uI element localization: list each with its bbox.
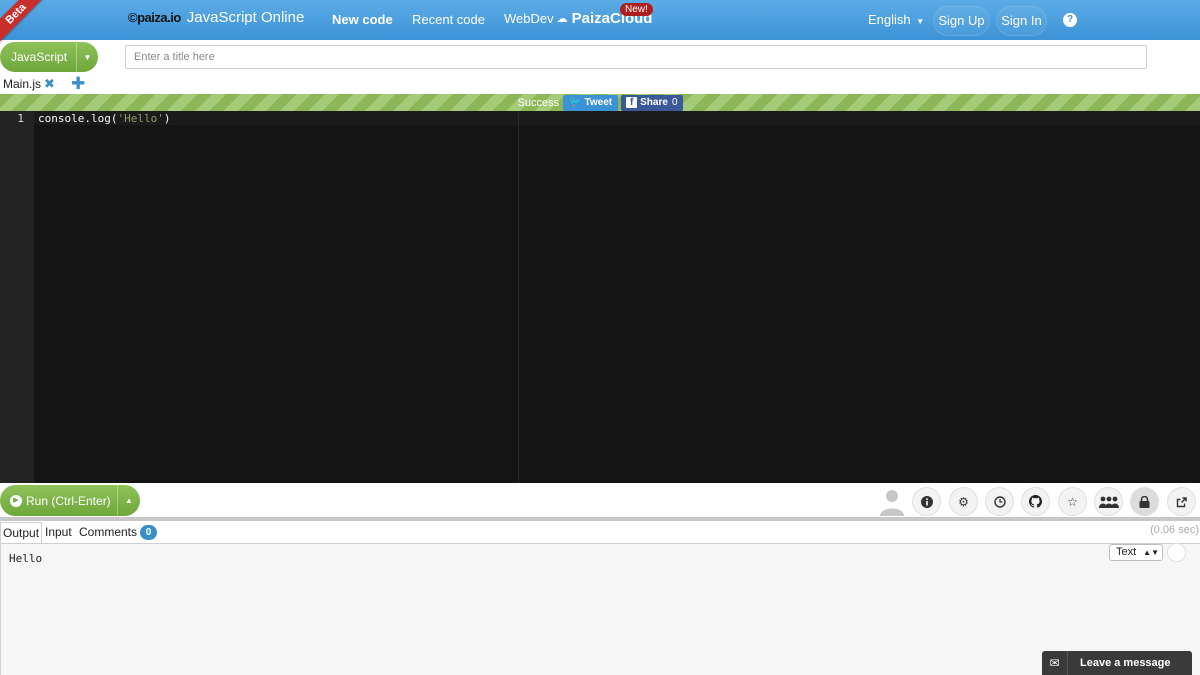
- avatar[interactable]: [877, 486, 907, 516]
- code-editor[interactable]: 1 console.log('Hello'): [0, 111, 1200, 483]
- execution-time: (0.06 sec): [1150, 524, 1199, 536]
- paiza-logo: ©paiza.io: [128, 10, 181, 25]
- select-arrows-icon: ▲▼: [1143, 548, 1159, 557]
- tab-output[interactable]: Output: [0, 522, 43, 543]
- chevron-down-icon: ▼: [916, 17, 925, 26]
- top-navbar: Beta ©paiza.io JavaScript Online New cod…: [0, 0, 1200, 47]
- facebook-icon: f: [626, 97, 638, 108]
- caret-up-icon[interactable]: ▲: [117, 485, 140, 516]
- gear-icon[interactable]: ⚙: [949, 487, 978, 516]
- recent-code-link[interactable]: Recent code: [412, 12, 485, 27]
- sign-in-button[interactable]: Sign In: [996, 6, 1047, 36]
- star-icon[interactable]: ☆: [1058, 487, 1087, 516]
- help-icon[interactable]: ?: [1063, 13, 1077, 27]
- line-number: 1: [17, 112, 24, 125]
- output-format-select[interactable]: Text ▲▼: [1109, 544, 1163, 561]
- clock-icon[interactable]: [985, 487, 1014, 516]
- status-bar: Success 🐦 Tweet f Share 0: [0, 94, 1200, 111]
- code-text: console.log(: [38, 112, 118, 125]
- language-button[interactable]: JavaScript ▼: [0, 42, 98, 72]
- comments-count-badge: 0: [140, 525, 158, 540]
- output-tabs: Output Input Comments 0 (0.06 sec): [0, 522, 1200, 543]
- cloud-icon: ☁: [556, 13, 568, 25]
- caret-down-icon[interactable]: ▼: [76, 42, 98, 72]
- tab-comments[interactable]: Comments 0: [79, 525, 158, 540]
- lock-icon[interactable]: [1130, 487, 1159, 516]
- new-badge: New!: [620, 3, 653, 16]
- tweet-label: Tweet: [584, 97, 613, 108]
- tweet-button[interactable]: 🐦 Tweet: [563, 94, 619, 111]
- file-tab-label: Main.js: [3, 77, 42, 91]
- code-text: ): [163, 112, 171, 125]
- github-icon[interactable]: [1021, 487, 1050, 516]
- leave-message-label: Leave a message: [1080, 657, 1171, 669]
- sign-up-button[interactable]: Sign Up: [933, 6, 990, 36]
- app-title: JavaScript Online: [186, 9, 305, 26]
- language-dropdown[interactable]: English ▼: [868, 12, 924, 27]
- format-select-value: Text: [1116, 546, 1137, 558]
- code-line[interactable]: console.log('Hello'): [38, 112, 170, 125]
- tab-comments-label: Comments: [79, 525, 138, 539]
- share-count: 0: [671, 97, 678, 108]
- facebook-share-button[interactable]: f Share 0: [621, 94, 683, 111]
- run-label: Run (Ctrl-Enter): [26, 493, 111, 508]
- code-string: 'Hello': [117, 112, 164, 125]
- output-text: Hello: [9, 552, 43, 565]
- leave-message-button[interactable]: ✉ Leave a message: [1042, 651, 1192, 675]
- output-pane: Hello: [0, 543, 1200, 675]
- language-button-label: JavaScript: [11, 50, 68, 64]
- twitter-icon: 🐦: [569, 97, 582, 108]
- file-tab-main[interactable]: Main.js ✖: [3, 76, 55, 92]
- run-button[interactable]: ▶ Run (Ctrl-Enter) ▲: [0, 485, 140, 516]
- tab-input[interactable]: Input: [45, 525, 72, 539]
- mail-icon: ✉: [1042, 651, 1068, 675]
- language-label: English: [868, 12, 911, 27]
- brand[interactable]: ©paiza.io JavaScript Online: [128, 9, 304, 26]
- status-text: Success: [517, 96, 560, 109]
- title-input[interactable]: [125, 45, 1147, 69]
- run-bar: ▶ Run (Ctrl-Enter) ▲ ⚙ ☆: [0, 483, 1200, 518]
- output-toggle[interactable]: [1167, 543, 1186, 562]
- play-icon: ▶: [10, 494, 22, 507]
- new-code-link[interactable]: New code: [332, 12, 393, 27]
- beta-ribbon: Beta: [0, 0, 49, 47]
- share-icon[interactable]: [1167, 487, 1196, 516]
- add-file-icon[interactable]: ✚: [71, 74, 85, 94]
- active-line-highlight: [34, 111, 1200, 125]
- webdev-label: WebDev: [504, 11, 554, 26]
- info-icon[interactable]: [912, 487, 941, 516]
- group-icon[interactable]: [1094, 487, 1123, 516]
- print-margin: [518, 111, 519, 483]
- editor-gutter: 1: [0, 111, 34, 483]
- close-icon[interactable]: ✖: [44, 76, 55, 92]
- share-label: Share: [640, 97, 668, 108]
- pane-divider[interactable]: [0, 517, 1200, 521]
